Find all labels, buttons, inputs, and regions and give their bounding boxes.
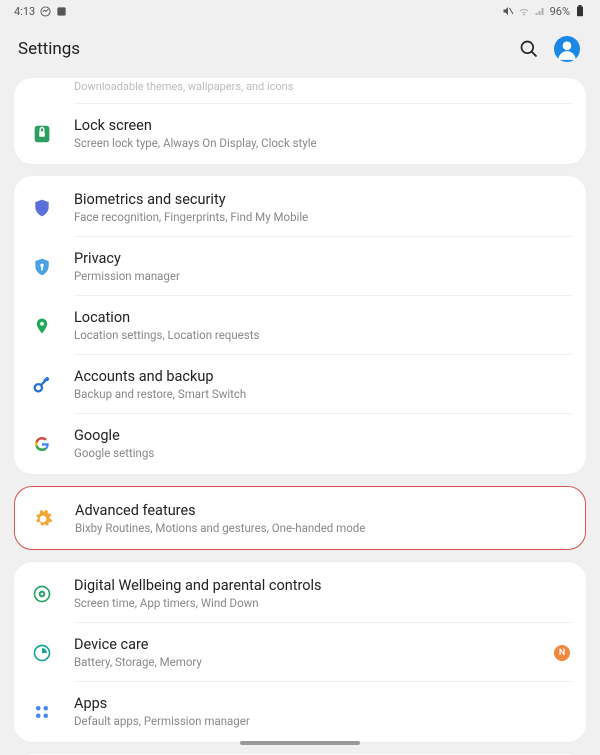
row-subtitle: Screen time, App timers, Wind Down	[74, 596, 570, 610]
key-icon	[30, 373, 54, 397]
settings-card: Advanced features Bixby Routines, Motions…	[15, 487, 585, 549]
settings-row-google[interactable]: Google Google settings	[14, 414, 586, 472]
account-icon	[554, 36, 580, 62]
battery-pct: 96%	[550, 5, 570, 18]
battery-icon	[574, 5, 586, 17]
settings-row-lock[interactable]: Lock screen Screen lock type, Always On D…	[14, 104, 586, 162]
row-title: Lock screen	[74, 117, 570, 134]
row-subtitle: Face recognition, Fingerprints, Find My …	[74, 210, 570, 224]
row-title: Device care	[74, 636, 554, 653]
wellbeing-icon	[30, 582, 54, 606]
search-button[interactable]	[514, 34, 544, 64]
signal-icon	[534, 5, 546, 17]
status-bar: 4:13 96%	[0, 0, 600, 22]
row-subtitle: Bixby Routines, Motions and gestures, On…	[75, 521, 569, 535]
row-title: Accounts and backup	[74, 368, 570, 385]
gear-icon	[31, 507, 55, 531]
settings-row-accounts[interactable]: Accounts and backup Backup and restore, S…	[14, 355, 586, 413]
row-title: Google	[74, 427, 570, 444]
highlighted-card: Advanced features Bixby Routines, Motions…	[14, 486, 586, 550]
devicecare-icon	[30, 641, 54, 665]
row-subtitle: Permission manager	[74, 269, 570, 283]
row-title: Apps	[74, 695, 570, 712]
row-subtitle: Backup and restore, Smart Switch	[74, 387, 570, 401]
row-subtitle: Battery, Storage, Memory	[74, 655, 554, 669]
row-subtitle: Location settings, Location requests	[74, 328, 570, 342]
row-title: Digital Wellbeing and parental controls	[74, 577, 570, 594]
settings-row-location[interactable]: Location Location settings, Location requ…	[14, 296, 586, 354]
page-title: Settings	[18, 39, 80, 59]
settings-row-privacy[interactable]: Privacy Permission manager	[14, 237, 586, 295]
wifi-icon	[518, 5, 530, 17]
messenger-icon	[39, 5, 51, 17]
row-subtitle: Screen lock type, Always On Display, Clo…	[74, 136, 570, 150]
settings-row-apps[interactable]: Apps Default apps, Permission manager	[14, 682, 586, 740]
row-title: Location	[74, 309, 570, 326]
settings-row-wellbeing[interactable]: Digital Wellbeing and parental controls S…	[14, 564, 586, 622]
settings-row-advanced[interactable]: Advanced features Bixby Routines, Motions…	[15, 489, 585, 547]
location-icon	[30, 314, 54, 338]
settings-card: Digital Wellbeing and parental controls S…	[14, 562, 586, 742]
row-title: Advanced features	[75, 502, 569, 519]
google-icon	[30, 432, 54, 456]
privacy-icon	[30, 255, 54, 279]
row-title: Biometrics and security	[74, 191, 570, 208]
row-subtitle: Google settings	[74, 446, 570, 460]
status-time: 4:13	[14, 5, 35, 18]
nav-handle[interactable]	[240, 741, 360, 745]
settings-card: Downloadable themes, wallpapers, and ico…	[14, 78, 586, 164]
app-icon	[55, 5, 67, 17]
shield-icon	[30, 196, 54, 220]
account-button[interactable]	[552, 34, 582, 64]
mute-icon	[502, 5, 514, 17]
row-subtitle: Default apps, Permission manager	[74, 714, 570, 728]
settings-card: Biometrics and security Face recognition,…	[14, 176, 586, 474]
apps-icon	[30, 700, 54, 724]
notification-badge: N	[554, 645, 570, 661]
settings-row-device[interactable]: Device care Battery, Storage, MemoryN	[14, 623, 586, 681]
truncated-prev-row: Downloadable themes, wallpapers, and ico…	[14, 80, 586, 103]
lock-icon	[30, 122, 54, 146]
settings-row-bio[interactable]: Biometrics and security Face recognition,…	[14, 178, 586, 236]
app-header: Settings	[0, 22, 600, 78]
row-title: Privacy	[74, 250, 570, 267]
search-icon	[519, 39, 539, 59]
